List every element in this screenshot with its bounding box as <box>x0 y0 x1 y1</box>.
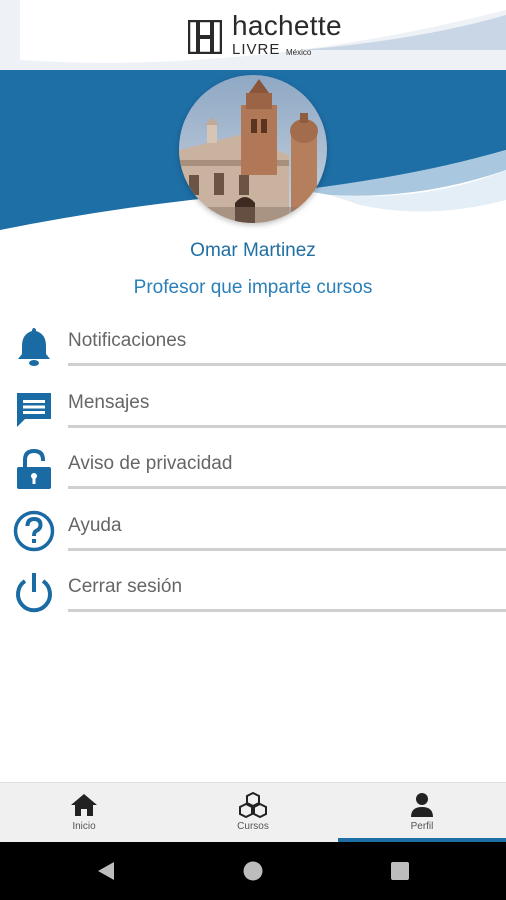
brand-header: hachette LIVRE México <box>0 0 506 70</box>
power-icon <box>16 573 52 613</box>
help-icon <box>13 510 55 551</box>
tab-cursos[interactable]: Cursos <box>169 783 337 843</box>
message-icon <box>17 392 51 427</box>
menu-divider <box>68 547 506 551</box>
bell-icon <box>18 328 50 366</box>
hachette-h-icon <box>188 20 222 54</box>
user-name: Omar Martinez <box>190 240 316 261</box>
unlock-icon <box>17 448 51 489</box>
menu-divider <box>68 424 506 428</box>
menu-label: Mensajes <box>68 391 150 413</box>
home-icon <box>71 794 97 816</box>
bottom-nav: Inicio Cursos Perfil <box>0 782 506 843</box>
brand-region: México <box>286 48 312 57</box>
menu-label: Ayuda <box>68 514 122 536</box>
menu-label: Cerrar sesión <box>68 576 183 597</box>
tab-label: Perfil <box>410 821 434 832</box>
menu-label: Notificaciones <box>68 330 187 351</box>
menu-label: Aviso de privacidad <box>68 453 233 474</box>
menu-item-cerrar-sesion[interactable]: Cerrar sesión <box>0 560 506 622</box>
back-icon[interactable] <box>94 859 118 883</box>
menu-item-notificaciones[interactable]: Notificaciones <box>0 314 506 376</box>
cathedral-photo <box>179 75 327 223</box>
tab-perfil[interactable]: Perfil <box>338 783 506 843</box>
hachette-logo: hachette LIVRE México <box>188 12 348 60</box>
home-circle-icon[interactable] <box>241 859 265 883</box>
menu-item-ayuda[interactable]: Ayuda <box>0 499 506 561</box>
cubes-icon <box>239 792 267 818</box>
menu-item-aviso-privacidad[interactable]: Aviso de privacidad <box>0 437 506 499</box>
menu-divider <box>68 486 506 489</box>
user-role: Profesor que imparte cursos <box>133 277 373 298</box>
menu-divider <box>68 363 506 366</box>
tab-inicio[interactable]: Inicio <box>0 783 168 843</box>
profile-menu: Notificaciones Mensajes Aviso de privaci… <box>0 314 506 622</box>
menu-item-mensajes[interactable]: Mensajes <box>0 376 506 438</box>
system-nav-bar <box>0 842 506 900</box>
tab-label: Cursos <box>237 821 269 832</box>
profile-screen: hachette LIVRE México Omar Martinez Prof… <box>0 0 506 900</box>
menu-divider <box>68 609 506 612</box>
brand-name: hachette <box>232 10 342 41</box>
tab-label: Inicio <box>72 821 96 832</box>
recents-icon[interactable] <box>388 859 412 883</box>
brand-line: LIVRE <box>232 41 281 58</box>
profile-avatar[interactable] <box>179 75 327 223</box>
user-icon <box>411 793 433 817</box>
